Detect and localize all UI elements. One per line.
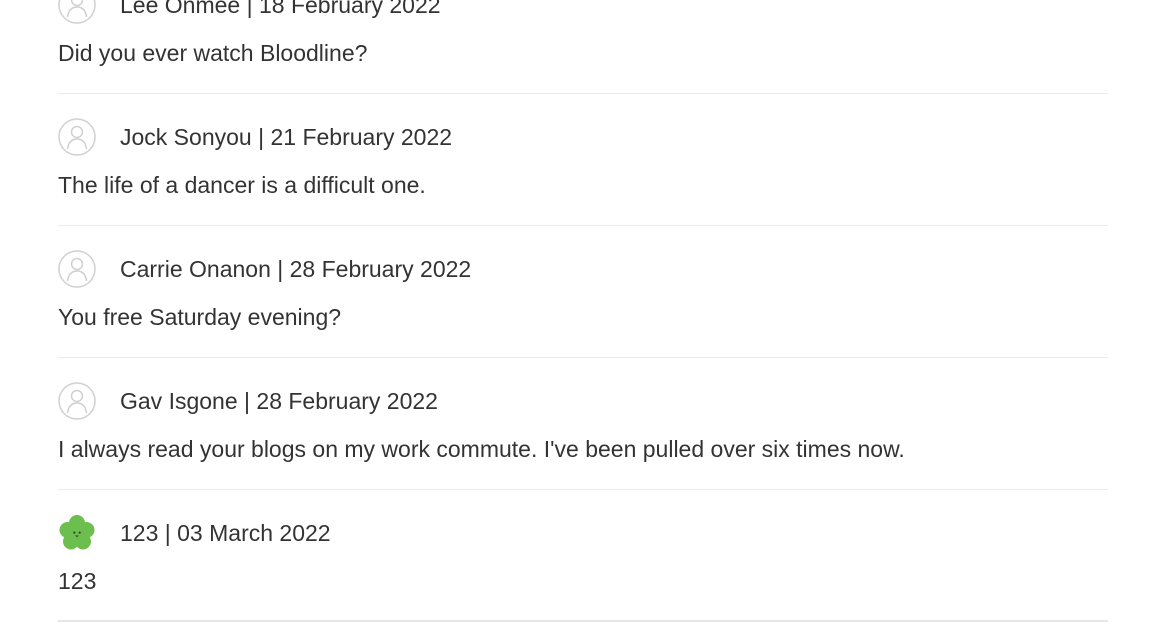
comment-item: 123 | 03 March 2022 123: [58, 490, 1108, 622]
comment-meta: Gav Isgone | 28 February 2022: [120, 387, 438, 415]
comment-date: 28 February 2022: [289, 256, 472, 282]
meta-separator: |: [158, 520, 178, 546]
default-user-icon: [58, 382, 96, 420]
green-flower-icon: [58, 514, 96, 552]
comment-date: 03 March 2022: [177, 520, 331, 546]
comment-meta: Jock Sonyou | 21 February 2022: [120, 123, 452, 151]
comment-author[interactable]: Gav Isgone: [120, 388, 238, 414]
comment-meta: Carrie Onanon | 28 February 2022: [120, 255, 471, 283]
comment-meta: Lee Onmee | 18 February 2022: [120, 0, 441, 19]
comment-text: Did you ever watch Bloodline?: [58, 40, 368, 66]
comment-author[interactable]: 123: [120, 520, 158, 546]
comment-author[interactable]: Lee Onmee: [120, 0, 240, 18]
meta-separator: |: [251, 124, 271, 150]
default-user-icon: [58, 250, 96, 288]
comment-item: Gav Isgone | 28 February 2022 I always r…: [58, 358, 1108, 490]
comment-list: Lee Onmee | 18 February 2022 Did you eve…: [58, 0, 1108, 634]
meta-separator: |: [240, 0, 259, 18]
comment-date: 21 February 2022: [270, 124, 453, 150]
comment-author[interactable]: Jock Sonyou: [120, 124, 252, 150]
comment-text: 123: [58, 568, 97, 594]
comment-date: 18 February 2022: [258, 0, 441, 18]
default-user-icon: [58, 0, 96, 24]
meta-separator: |: [270, 256, 290, 282]
comment-item: Lee Onmee | 18 February 2022 Did you eve…: [58, 0, 1108, 94]
comment-text: You free Saturday evening?: [58, 304, 342, 330]
default-user-icon: [58, 118, 96, 156]
comment-meta: 123 | 03 March 2022: [120, 519, 331, 547]
meta-separator: |: [237, 388, 257, 414]
comment-item: Jock Sonyou | 21 February 2022 The life …: [58, 94, 1108, 226]
comment-author[interactable]: Carrie Onanon: [120, 256, 271, 282]
comment-text: I always read your blogs on my work comm…: [58, 436, 905, 462]
comment-item: Carrie Onanon | 28 February 2022 You fre…: [58, 226, 1108, 358]
comment-date: 28 February 2022: [256, 388, 438, 414]
comment-text: The life of a dancer is a difficult one.: [58, 172, 426, 198]
